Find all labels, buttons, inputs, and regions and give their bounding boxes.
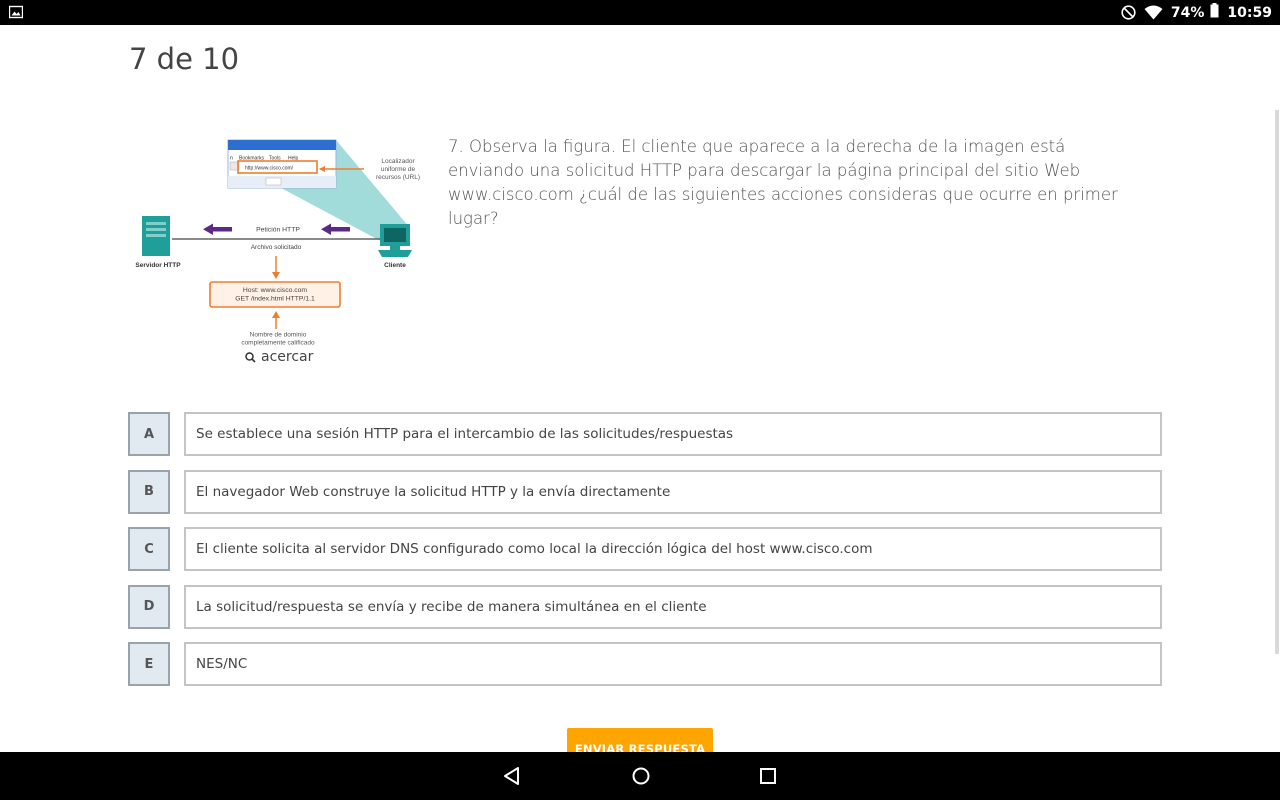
magnifier-icon — [245, 351, 256, 363]
option-text[interactable]: La solicitud/respuesta se envía y recibe… — [184, 584, 1162, 629]
svg-text:uniforme de: uniforme de — [381, 166, 416, 173]
battery-icon — [1210, 2, 1219, 23]
submit-answer-button[interactable]: ENVIAR RESPUESTA — [567, 728, 713, 752]
zoom-link[interactable]: acercar — [245, 349, 313, 365]
server-icon — [142, 216, 170, 256]
option-letter[interactable]: D — [128, 584, 170, 629]
url-text: http://www.cisco.com/ — [245, 166, 294, 172]
do-not-disturb-icon — [1121, 5, 1136, 20]
fqdn-label-line1: Nombre de dominio — [250, 332, 307, 339]
question-text: 7. Observa la figura. El cliente que apa… — [448, 137, 1118, 228]
http-request-diagram: n Bookmarks Tools Help http://www.cisco.… — [135, 139, 420, 347]
option-text[interactable]: El cliente solicita al servidor DNS conf… — [184, 527, 1162, 572]
client-computer-icon — [378, 224, 412, 257]
svg-text:Localizador: Localizador — [381, 158, 415, 165]
option-text[interactable]: El navegador Web construye la solicitud … — [184, 469, 1162, 514]
question-figure[interactable]: n Bookmarks Tools Help http://www.cisco.… — [128, 136, 428, 376]
question-counter: 7 de 10 — [129, 42, 240, 76]
home-icon[interactable] — [631, 766, 651, 791]
client-label: Cliente — [384, 262, 406, 269]
option-letter[interactable]: A — [128, 412, 170, 456]
scrollbar[interactable] — [1275, 110, 1279, 654]
back-icon[interactable] — [503, 766, 521, 791]
navigation-bar — [0, 752, 1280, 800]
battery-percent: 74% — [1170, 4, 1205, 21]
option-text[interactable]: NES/NC — [184, 642, 1162, 687]
wifi-icon — [1144, 5, 1163, 20]
svg-text:n: n — [230, 156, 233, 162]
server-label: Servidor HTTP — [135, 262, 181, 269]
option-letter[interactable]: C — [128, 527, 170, 572]
recents-icon[interactable] — [759, 766, 777, 791]
fqdn-label-line2: completamente calificado — [241, 340, 315, 347]
clock: 10:59 — [1227, 4, 1272, 21]
option-letter[interactable]: E — [128, 642, 170, 687]
file-label: Archivo solicitado — [251, 244, 302, 251]
svg-text:recursos (URL): recursos (URL) — [376, 174, 420, 181]
option-letter[interactable]: B — [128, 469, 170, 514]
request-host: Host: www.cisco.com — [243, 287, 308, 294]
gallery-icon — [8, 5, 24, 24]
request-label: Petición HTTP — [256, 227, 300, 234]
zoom-label: acercar — [261, 349, 314, 365]
request-get: GET /index.html HTTP/1.1 — [235, 296, 315, 303]
option-text[interactable]: Se establece una sesión HTTP para el int… — [184, 412, 1162, 456]
status-bar: 74% 10:59 — [0, 0, 1280, 25]
